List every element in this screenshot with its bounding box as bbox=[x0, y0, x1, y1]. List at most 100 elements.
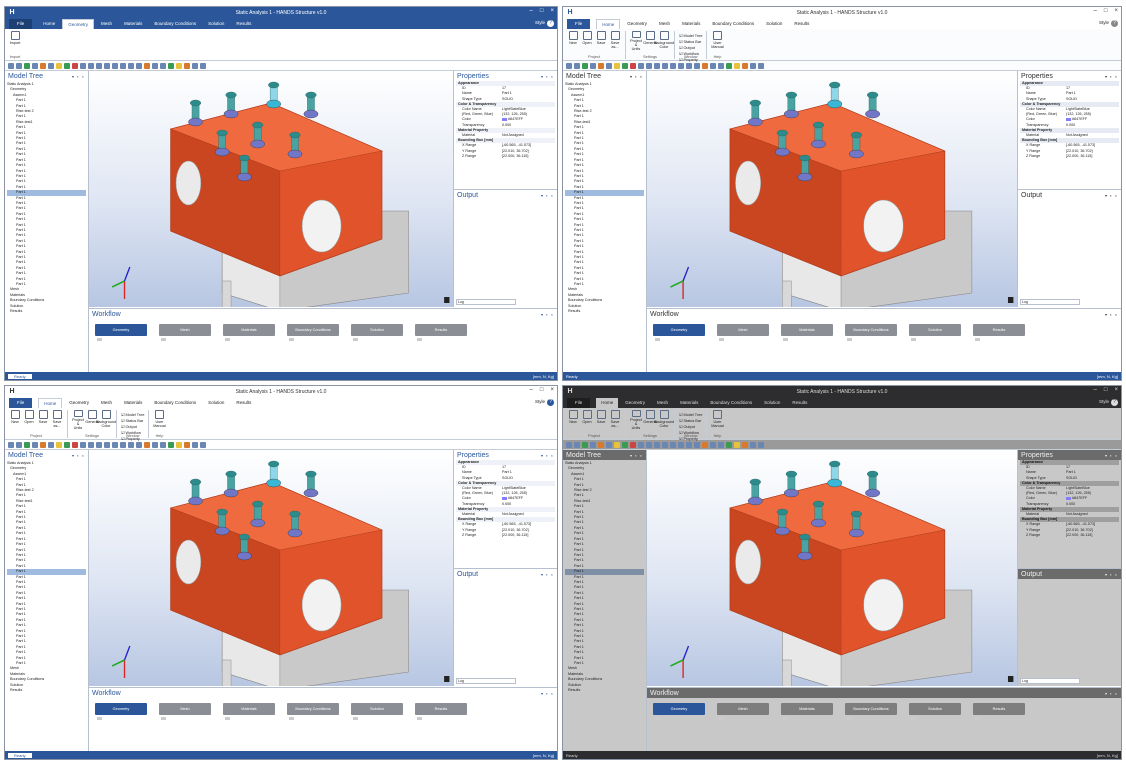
close-button[interactable]: × bbox=[1114, 8, 1118, 14]
style-dropdown[interactable]: Style bbox=[1099, 20, 1109, 25]
workflow-step-materials[interactable]: Materials bbox=[223, 703, 275, 720]
bolt[interactable] bbox=[188, 478, 203, 506]
toolbar-tool-icon[interactable] bbox=[606, 62, 612, 69]
toolbar-tool-icon[interactable] bbox=[48, 441, 54, 448]
toolbar-tool-icon[interactable] bbox=[638, 441, 644, 448]
workflow-step-materials[interactable]: Materials bbox=[781, 703, 833, 720]
toolbar-tool-icon[interactable] bbox=[662, 441, 668, 448]
unit-system[interactable]: [mm, N, Kg] bbox=[533, 374, 554, 379]
maximize-button[interactable]: □ bbox=[540, 387, 544, 393]
toolbar-tool-icon[interactable] bbox=[574, 441, 580, 448]
background-colorbutton[interactable]: Background Color bbox=[654, 31, 674, 51]
workflow-step-results[interactable]: Results bbox=[973, 703, 1025, 720]
3d-viewport[interactable] bbox=[647, 71, 1017, 307]
tree-item[interactable]: Results bbox=[7, 309, 86, 314]
toolbar-tool-icon[interactable] bbox=[32, 62, 38, 69]
minimize-button[interactable]: – bbox=[530, 8, 533, 14]
log-selector[interactable]: Log bbox=[456, 299, 516, 305]
cad-model[interactable] bbox=[729, 81, 973, 307]
workflow-step-boundary-conditions[interactable]: Boundary Conditions bbox=[845, 703, 897, 720]
toolbar-tool-icon[interactable] bbox=[144, 441, 150, 448]
project-unitsbutton[interactable]: Project & Units bbox=[630, 31, 642, 51]
tab-boundary-conditions[interactable]: Boundary Conditions bbox=[149, 398, 201, 408]
cad-model[interactable] bbox=[169, 81, 409, 307]
toolbar-tool-icon[interactable] bbox=[120, 441, 126, 448]
tab-materials[interactable]: Materials bbox=[675, 398, 703, 408]
toolbar-tool-icon[interactable] bbox=[646, 62, 652, 69]
tab-results[interactable]: Results bbox=[787, 398, 812, 408]
toolbar-tool-icon[interactable] bbox=[152, 441, 158, 448]
workflow-step-results[interactable]: Results bbox=[415, 703, 467, 720]
pane-controls[interactable]: ▾ ▪ × bbox=[541, 312, 554, 317]
toolbar-tool-icon[interactable] bbox=[638, 62, 644, 69]
style-dropdown[interactable]: Style bbox=[535, 399, 545, 404]
toolbar-tool-icon[interactable] bbox=[64, 441, 70, 448]
toolbar-tool-icon[interactable] bbox=[80, 441, 86, 448]
tab-geometry[interactable]: Geometry bbox=[62, 19, 95, 29]
pane-controls[interactable]: ▾ ▪ × bbox=[72, 74, 85, 79]
toolbar-tool-icon[interactable] bbox=[750, 441, 756, 448]
check-model-tree[interactable]: ☑ Model Tree bbox=[679, 412, 702, 417]
toolbar-tool-icon[interactable] bbox=[168, 62, 174, 69]
check-status-bar[interactable]: ☑ Status Bar bbox=[121, 418, 144, 423]
toolbar-tool-icon[interactable] bbox=[80, 62, 86, 69]
tab-home[interactable]: Home bbox=[38, 19, 60, 29]
workflow-step-mesh[interactable]: Mesh bbox=[159, 703, 211, 720]
tab-materials[interactable]: Materials bbox=[119, 398, 147, 408]
3d-viewport[interactable] bbox=[89, 71, 453, 307]
newbutton[interactable]: New bbox=[9, 410, 21, 430]
toolbar-tool-icon[interactable] bbox=[598, 441, 604, 448]
toolbar-tool-icon[interactable] bbox=[606, 441, 612, 448]
tree-item[interactable]: Results bbox=[565, 309, 644, 314]
toolbar-tool-icon[interactable] bbox=[16, 62, 22, 69]
openbutton[interactable]: Open bbox=[581, 31, 593, 51]
property-row[interactable]: Z Range [22.000, 36.115] bbox=[456, 533, 555, 538]
toolbar-tool-icon[interactable] bbox=[614, 62, 620, 69]
unit-system[interactable]: [mm, N, Kg] bbox=[533, 753, 554, 758]
user-manualbutton[interactable]: User Manual bbox=[153, 410, 166, 430]
background-colorbutton[interactable]: Background Color bbox=[96, 410, 116, 430]
toolbar-tool-icon[interactable] bbox=[686, 62, 692, 69]
tab-results[interactable]: Results bbox=[231, 398, 256, 408]
model-view[interactable] bbox=[89, 450, 453, 686]
openbutton[interactable]: Open bbox=[23, 410, 35, 430]
project-unitsbutton[interactable]: Project & Units bbox=[630, 410, 642, 430]
toolbar-tool-icon[interactable] bbox=[24, 441, 30, 448]
save-as-button[interactable]: Save as... bbox=[609, 410, 621, 430]
toolbar-tool-icon[interactable] bbox=[160, 62, 166, 69]
savebutton[interactable]: Save bbox=[595, 31, 607, 51]
check-output[interactable]: ☑ Output bbox=[679, 424, 702, 429]
toolbar-tool-icon[interactable] bbox=[582, 441, 588, 448]
toolbar-tool-icon[interactable] bbox=[630, 62, 636, 69]
toolbar-tool-icon[interactable] bbox=[670, 62, 676, 69]
toolbar-tool-icon[interactable] bbox=[64, 62, 70, 69]
bolt[interactable] bbox=[747, 99, 763, 127]
toolbar-tool-icon[interactable] bbox=[48, 62, 54, 69]
bolt[interactable] bbox=[783, 91, 799, 119]
pane-controls[interactable]: ▾ ▪ × bbox=[1105, 691, 1118, 696]
help-icon[interactable]: ? bbox=[547, 20, 554, 27]
tab-geometry[interactable]: Geometry bbox=[622, 19, 652, 29]
toolbar-tool-icon[interactable] bbox=[710, 62, 716, 69]
minimize-button[interactable]: – bbox=[1094, 8, 1097, 14]
tab-file[interactable]: File bbox=[9, 19, 33, 29]
check-status-bar[interactable]: ☑ Status Bar bbox=[679, 418, 702, 423]
toolbar-tool-icon[interactable] bbox=[686, 441, 692, 448]
toolbar-tool-icon[interactable] bbox=[40, 441, 46, 448]
toolbar-tool-icon[interactable] bbox=[96, 62, 102, 69]
toolbar-tool-icon[interactable] bbox=[614, 441, 620, 448]
toolbar-tool-icon[interactable] bbox=[694, 441, 700, 448]
newbutton[interactable]: New bbox=[567, 410, 579, 430]
workflow-step-mesh[interactable]: Mesh bbox=[717, 703, 769, 720]
tab-boundary-conditions[interactable]: Boundary Conditions bbox=[705, 398, 757, 408]
check-output[interactable]: ☑ Output bbox=[121, 424, 144, 429]
close-button[interactable]: × bbox=[550, 387, 554, 393]
toolbar-tool-icon[interactable] bbox=[678, 441, 684, 448]
toolbar-tool-icon[interactable] bbox=[184, 441, 190, 448]
toolbar-tool-icon[interactable] bbox=[72, 441, 78, 448]
unit-system[interactable]: [mm, N, Kg] bbox=[1097, 374, 1118, 379]
pane-controls[interactable]: ▾ ▪ × bbox=[1105, 312, 1118, 317]
pane-controls[interactable]: ▾ ▪ × bbox=[1105, 193, 1118, 198]
model-view[interactable] bbox=[647, 450, 1017, 686]
toolbar-tool-icon[interactable] bbox=[718, 441, 724, 448]
